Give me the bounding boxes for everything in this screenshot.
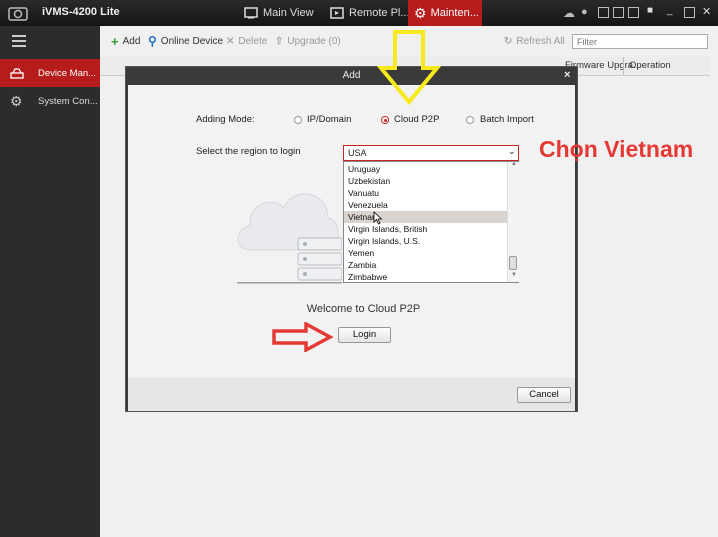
app-title: iVMS-4200 Lite xyxy=(42,6,120,18)
dialog-footer xyxy=(128,378,575,411)
dropdown-scrollbar[interactable]: ▲ ▼ xyxy=(507,161,519,282)
region-option[interactable]: Yemen xyxy=(344,247,508,259)
region-option[interactable]: Virgin Islands, U.S. xyxy=(344,235,508,247)
device-icon xyxy=(10,68,24,79)
radio-batch-import[interactable] xyxy=(466,116,474,124)
close-icon[interactable]: ✕ xyxy=(702,5,711,18)
delete-button[interactable]: ✕ Delete xyxy=(226,30,267,52)
lock-icon[interactable] xyxy=(598,7,609,18)
filter-input[interactable] xyxy=(572,34,708,49)
region-option[interactable]: Virgin Islands, British xyxy=(344,223,508,235)
region-select-value: USA xyxy=(348,148,367,158)
red-right-arrow-icon xyxy=(272,322,334,352)
padlock-icon[interactable]: ■ xyxy=(647,5,653,16)
refresh-icon: ↻ xyxy=(504,35,513,47)
gear-icon: ⚙ xyxy=(414,4,427,21)
region-option[interactable]: Zambia xyxy=(344,259,508,271)
tab-main-view[interactable]: Main View xyxy=(244,0,314,26)
adding-mode-label: Adding Mode: xyxy=(196,114,255,125)
screenshot-icon[interactable] xyxy=(613,7,624,18)
delete-label: Delete xyxy=(238,35,268,47)
delete-icon: ✕ xyxy=(226,35,235,47)
login-button[interactable]: Login xyxy=(338,327,391,343)
remote-playback-icon xyxy=(330,7,344,19)
add-button[interactable]: + Add xyxy=(111,30,140,52)
main-view-icon xyxy=(244,7,258,19)
yellow-down-arrow-icon xyxy=(377,30,441,106)
user-icon[interactable]: ● xyxy=(581,6,588,18)
radio-ip-domain[interactable] xyxy=(294,116,302,124)
tab-remote-playback[interactable]: Remote Pl... xyxy=(330,0,410,26)
maximize-icon[interactable] xyxy=(684,7,695,18)
close-icon[interactable]: × xyxy=(564,69,570,81)
sidebar-item-device-management[interactable]: Device Man... xyxy=(0,59,100,87)
region-option[interactable]: Vanuatu xyxy=(344,187,508,199)
region-label: Select the region to login xyxy=(196,146,301,157)
search-icon: ⚲ xyxy=(148,34,157,48)
upgrade-label: Upgrade (0) xyxy=(287,35,341,47)
minimize-icon[interactable]: _ xyxy=(667,5,673,16)
scroll-down-icon[interactable]: ▼ xyxy=(511,272,517,278)
app-logo-icon xyxy=(8,7,28,21)
region-option[interactable]: Uruguay xyxy=(344,163,508,175)
sidebar-item-system-configuration[interactable]: ⚙ System Con... xyxy=(0,87,100,115)
tab-label: Remote Pl... xyxy=(349,7,410,19)
online-device-label: Online Device xyxy=(160,35,224,47)
refresh-all-button[interactable]: ↻ Refresh All xyxy=(504,30,565,52)
sidebar-item-label: System Con... xyxy=(38,95,98,107)
tab-maintenance[interactable]: ⚙ Mainten... xyxy=(408,0,482,26)
online-device-button[interactable]: ⚲ Online Device xyxy=(148,30,223,52)
upgrade-button[interactable]: ⇧ Upgrade (0) xyxy=(275,30,341,52)
title-bar: iVMS-4200 Lite Main View Remote Pl... ⚙ … xyxy=(0,0,718,26)
sidebar: Device Man... ⚙ System Con... xyxy=(0,26,100,537)
cancel-button[interactable]: Cancel xyxy=(517,387,571,403)
refresh-all-label: Refresh All xyxy=(516,35,565,47)
layout-icon[interactable] xyxy=(628,7,639,18)
tab-label: Mainten... xyxy=(430,7,479,19)
gear-icon: ⚙ xyxy=(10,93,23,109)
mode-label-cloud-p2p[interactable]: Cloud P2P xyxy=(394,114,439,125)
chevron-down-icon[interactable]: ⌄ xyxy=(508,146,516,157)
region-select[interactable]: USA ⌄ xyxy=(343,145,519,161)
scroll-thumb[interactable] xyxy=(509,256,517,270)
mode-label-batch-import[interactable]: Batch Import xyxy=(480,114,534,125)
radio-cloud-p2p[interactable] xyxy=(381,116,389,124)
sidebar-item-label: Device Man... xyxy=(38,67,97,79)
region-dropdown-list[interactable]: Uruguay Uzbekistan Vanuatu Venezuela Vie… xyxy=(343,161,519,283)
tab-label: Main View xyxy=(263,7,314,19)
region-option-highlighted[interactable]: Vietnam xyxy=(344,211,508,223)
column-header-operation[interactable]: Operation xyxy=(629,60,671,71)
menu-icon[interactable] xyxy=(12,35,26,47)
mode-label-ip-domain[interactable]: IP/Domain xyxy=(307,114,351,125)
welcome-text: Welcome to Cloud P2P xyxy=(306,303,421,315)
upgrade-icon: ⇧ xyxy=(275,35,284,47)
mouse-cursor-icon xyxy=(373,211,383,225)
scroll-up-icon[interactable]: ▲ xyxy=(511,161,517,167)
plus-icon: + xyxy=(111,33,119,49)
region-option[interactable]: Venezuela xyxy=(344,199,508,211)
dialog-title: Add xyxy=(342,70,361,81)
cloud-icon[interactable]: ☁ xyxy=(563,6,575,20)
annotation-text: Chọn Vietnam xyxy=(539,136,694,162)
region-option[interactable]: Zimbabwe xyxy=(344,271,508,283)
region-option[interactable]: Uzbekistan xyxy=(344,175,508,187)
add-label: Add xyxy=(122,35,141,47)
cloud-server-illustration xyxy=(237,193,342,284)
